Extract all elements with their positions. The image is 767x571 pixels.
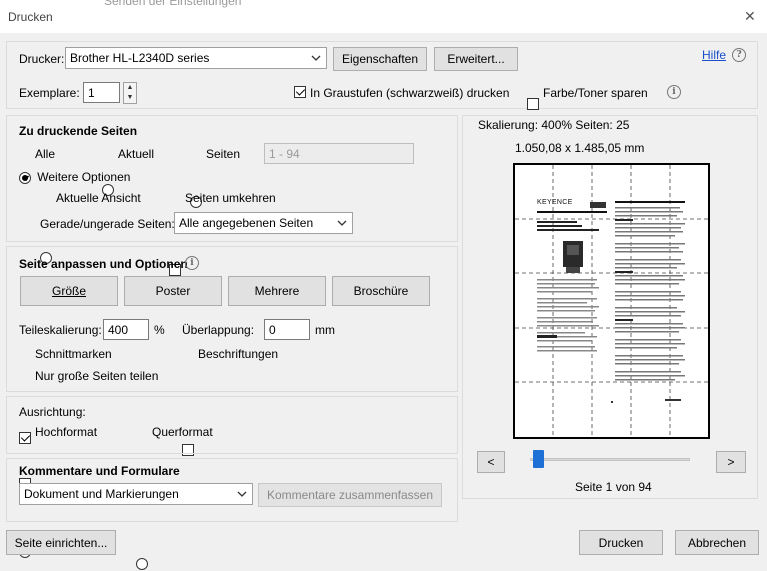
tile-scale-input[interactable]: 400 [103, 319, 149, 340]
comments-select[interactable]: Dokument und Markierungen [19, 483, 253, 505]
printer-label: Drucker: [19, 52, 65, 66]
percent-unit: % [154, 323, 165, 337]
window-title: Drucken [8, 10, 53, 24]
current-view-label: Aktuelle Ansicht [56, 191, 141, 205]
tile-scale-label: Teileskalierung: [19, 323, 102, 337]
close-icon[interactable]: ✕ [744, 8, 756, 25]
grayscale-label: In Graustufen (schwarzweiß) drucken [310, 86, 510, 100]
advanced-button[interactable]: Erweitert... [434, 47, 518, 71]
stepper-up-icon[interactable]: ▲ [124, 83, 136, 93]
stepper-down-icon[interactable]: ▼ [124, 93, 136, 103]
info-icon[interactable]: i [185, 256, 199, 270]
cut-marks-label: Schnittmarken [35, 347, 112, 361]
preview-doc-brand: KEYENCE [537, 199, 573, 206]
odd-even-label: Gerade/ungerade Seiten: [40, 217, 175, 231]
cancel-button[interactable]: Abbrechen [675, 530, 759, 555]
poster-button[interactable]: Poster [124, 276, 222, 306]
save-toner-label: Farbe/Toner sparen [543, 86, 648, 100]
page-range-input[interactable]: 1 - 94 [264, 143, 414, 164]
help-icon[interactable]: ? [732, 48, 746, 62]
copies-stepper[interactable]: ▲ ▼ [123, 82, 137, 104]
info-icon[interactable]: i [667, 85, 681, 99]
background-window-text: Senden der Einstellungen [104, 0, 242, 8]
labels-label: Beschriftungen [198, 347, 279, 361]
printer-select[interactable]: Brother HL-L2340D series [65, 47, 327, 69]
more-options-label: Weitere Optionen [37, 170, 131, 184]
sizing-heading: Seite anpassen und Optionen [19, 257, 188, 271]
chevron-down-icon [337, 220, 347, 226]
comments-heading: Kommentare und Formulare [19, 464, 180, 478]
odd-even-value: Alle angegebenen Seiten [179, 216, 314, 230]
next-page-button[interactable]: > [716, 451, 746, 473]
chevron-down-icon [237, 491, 247, 497]
page-range-label: Seiten [206, 147, 241, 161]
landscape-radio[interactable] [136, 558, 148, 570]
size-button-label: Größe [51, 284, 86, 298]
print-preview: KEYENCE [513, 163, 710, 439]
triangle-down-icon: ▼ [22, 173, 31, 183]
reverse-pages-label: Seiten umkehren [185, 191, 276, 205]
slider-track [530, 458, 690, 461]
orientation-heading: Ausrichtung: [19, 405, 86, 419]
print-button[interactable]: Drucken [579, 530, 663, 555]
chevron-down-icon [311, 55, 321, 61]
save-toner-checkbox[interactable] [527, 98, 539, 110]
mm-unit: mm [315, 323, 335, 337]
dimensions-text: 1.050,08 x 1.485,05 mm [515, 141, 645, 155]
page-slider[interactable] [530, 450, 690, 470]
all-pages-label: Alle [35, 147, 56, 161]
size-button[interactable]: Größe [20, 276, 118, 306]
grayscale-checkbox[interactable] [294, 86, 306, 98]
page-setup-button[interactable]: Seite einrichten... [6, 530, 116, 555]
current-page-label: Aktuell [118, 147, 155, 161]
pages-heading: Zu druckende Seiten [19, 124, 138, 138]
multiple-button[interactable]: Mehrere [228, 276, 326, 306]
copies-label: Exemplare: [19, 86, 80, 100]
brochure-button[interactable]: Broschüre [332, 276, 430, 306]
portrait-label: Hochformat [35, 425, 98, 439]
copies-input[interactable]: 1 [83, 82, 120, 103]
page-status: Seite 1 von 94 [575, 480, 652, 494]
overlap-label: Überlappung: [182, 323, 255, 337]
more-options-toggle[interactable]: ▼ Weitere Optionen [22, 170, 130, 184]
overlap-input[interactable]: 0 [264, 319, 310, 340]
landscape-label: Querformat [152, 425, 213, 439]
odd-even-select[interactable]: Alle angegebenen Seiten [174, 212, 353, 234]
summarize-comments-button[interactable]: Kommentare zusammenfassen [258, 483, 442, 507]
slider-thumb[interactable] [533, 450, 544, 468]
comments-select-value: Dokument und Markierungen [24, 487, 179, 501]
printer-select-value: Brother HL-L2340D series [70, 51, 210, 65]
help-link[interactable]: Hilfe [702, 48, 726, 62]
properties-button[interactable]: Eigenschaften [333, 47, 427, 71]
previous-page-button[interactable]: < [477, 451, 505, 473]
scaling-text: Skalierung: 400% Seiten: 25 [478, 118, 630, 132]
large-pages-label: Nur große Seiten teilen [35, 369, 159, 383]
